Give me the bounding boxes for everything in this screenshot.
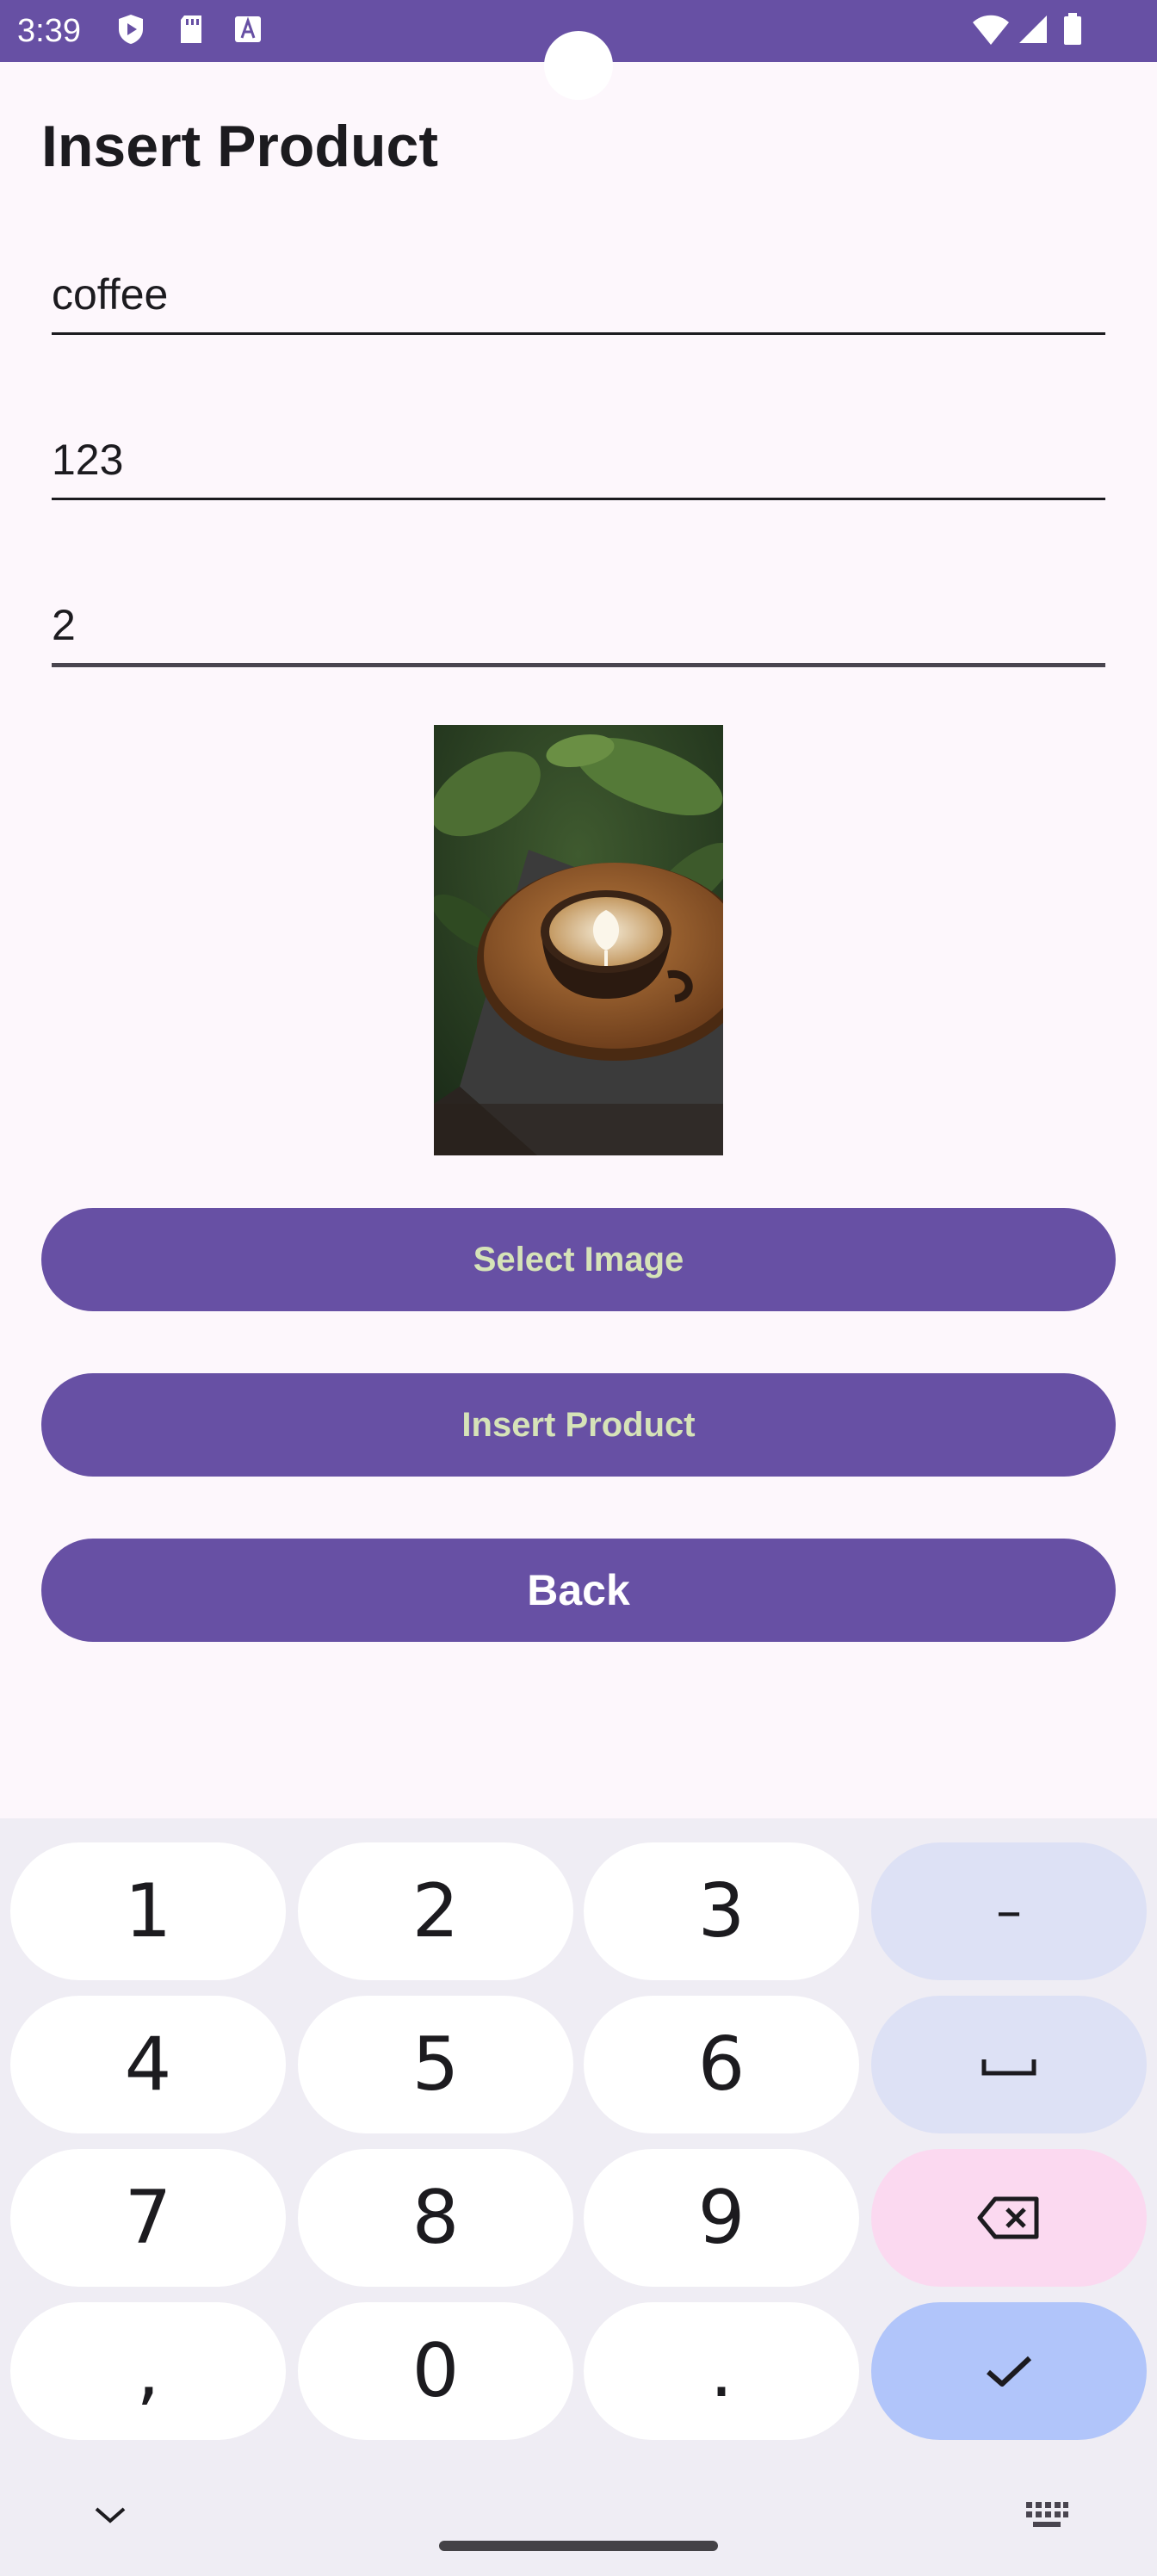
key-comma[interactable]: , (10, 2302, 286, 2440)
key-done[interactable] (871, 2302, 1147, 2440)
key-minus[interactable]: – (871, 1842, 1147, 1980)
select-image-button[interactable]: Select Image (41, 1208, 1116, 1311)
battery-icon (1064, 13, 1081, 45)
key-1[interactable]: 1 (10, 1842, 286, 1980)
key-7[interactable]: 7 (10, 2149, 286, 2287)
space-icon (981, 2059, 1036, 2076)
keyboard-switch-icon[interactable] (1024, 2500, 1069, 2530)
camera-cutout (544, 31, 613, 100)
wifi-icon (973, 15, 1009, 45)
home-indicator[interactable] (439, 2541, 718, 2551)
signal-icon (1019, 15, 1047, 43)
insert-product-button[interactable]: Insert Product (41, 1373, 1116, 1477)
key-9[interactable]: 9 (584, 2149, 859, 2287)
key-8[interactable]: 8 (298, 2149, 573, 2287)
key-0[interactable]: 0 (298, 2302, 573, 2440)
key-space[interactable] (871, 1996, 1147, 2133)
key-2[interactable]: 2 (298, 1842, 573, 1980)
keyboard-collapse-icon[interactable] (91, 2502, 129, 2528)
product-image (434, 725, 723, 1155)
text-a-icon (235, 16, 261, 42)
key-6[interactable]: 6 (584, 1996, 859, 2133)
product-name-field[interactable]: coffee (52, 250, 1105, 335)
play-protect-icon (119, 15, 143, 44)
back-button[interactable]: Back (41, 1539, 1116, 1642)
numeric-keyboard: 1 2 3 – 4 5 6 7 8 9 , 0 . (0, 1818, 1157, 2576)
key-period[interactable]: . (584, 2302, 859, 2440)
key-backspace[interactable] (871, 2149, 1147, 2287)
product-price-value: 123 (52, 436, 124, 484)
check-icon (987, 2356, 1032, 2387)
page-title: Insert Product (41, 114, 438, 179)
key-5[interactable]: 5 (298, 1996, 573, 2133)
product-quantity-value: 2 (52, 601, 76, 649)
key-4[interactable]: 4 (10, 1996, 286, 2133)
key-3[interactable]: 3 (584, 1842, 859, 1980)
sd-card-icon (181, 15, 201, 43)
product-price-field[interactable]: 123 (52, 415, 1105, 500)
product-quantity-field[interactable]: 2 (52, 580, 1105, 667)
product-name-value: coffee (52, 270, 169, 319)
status-time: 3:39 (17, 13, 81, 49)
backspace-icon (977, 2196, 1039, 2239)
